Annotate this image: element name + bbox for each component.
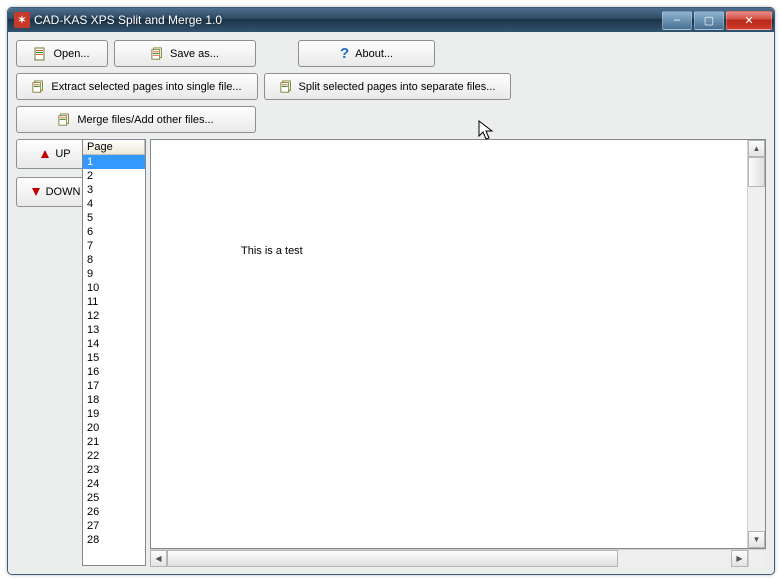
title-bar[interactable]: ✶ CAD-KAS XPS Split and Merge 1.0 – ▢ ✕ [8,8,774,32]
page-list-item[interactable]: 7 [83,239,145,253]
vertical-scrollbar[interactable]: ▲ ▼ [747,140,765,548]
page-list-item[interactable]: 13 [83,323,145,337]
page-list-item[interactable]: 17 [83,379,145,393]
close-button[interactable]: ✕ [726,11,772,30]
open-label: Open... [53,48,89,60]
page-list-item[interactable]: 3 [83,183,145,197]
page-list-item[interactable]: 23 [83,463,145,477]
app-icon: ✶ [14,12,30,28]
scroll-down-button[interactable]: ▼ [748,531,765,548]
page-list-item[interactable]: 2 [83,169,145,183]
extract-pages-button[interactable]: Extract selected pages into single file.… [16,73,258,100]
toolbar-row-1: Open... Save as... ? About... [16,40,766,67]
scroll-right-button[interactable]: ▶ [731,550,748,567]
preview-canvas[interactable]: This is a test [151,140,747,548]
scroll-thumb-v[interactable] [748,157,765,187]
scroll-thumb-h[interactable] [167,550,618,567]
page-list-item[interactable]: 11 [83,295,145,309]
app-window: ✶ CAD-KAS XPS Split and Merge 1.0 – ▢ ✕ … [7,7,775,575]
scroll-up-button[interactable]: ▲ [748,140,765,157]
page-list-item[interactable]: 6 [83,225,145,239]
preview-pane: This is a test ▲ ▼ [150,139,766,549]
scroll-track-h[interactable] [167,550,731,567]
page-list-item[interactable]: 19 [83,407,145,421]
page-list-item[interactable]: 16 [83,365,145,379]
open-button[interactable]: Open... [16,40,108,67]
minimize-button[interactable]: – [662,11,692,30]
content-area: UP DOWN Page 123456789101112131415161718… [16,139,766,566]
page-list-item[interactable]: 22 [83,449,145,463]
page-list-item[interactable]: 25 [83,491,145,505]
page-list-item[interactable]: 28 [83,533,145,547]
scroll-corner [748,549,766,567]
up-label: UP [55,148,70,160]
doc-multi-icon [58,113,71,127]
scroll-left-button[interactable]: ◀ [150,550,167,567]
question-icon: ? [340,45,349,62]
preview-body-text: This is a test [241,245,303,257]
page-list-item[interactable]: 14 [83,337,145,351]
arrow-down-icon [32,188,40,196]
merge-label: Merge files/Add other files... [77,114,213,126]
window-buttons: – ▢ ✕ [662,11,772,30]
page-list-item[interactable]: 21 [83,435,145,449]
page-list-header[interactable]: Page [83,140,145,155]
page-list-item[interactable]: 27 [83,519,145,533]
doc-multi-icon [280,80,293,94]
arrow-up-icon [41,150,49,158]
extract-label: Extract selected pages into single file.… [51,81,241,93]
page-list-item[interactable]: 24 [83,477,145,491]
doc-multi-icon [151,47,164,61]
toolbar-row-3: Merge files/Add other files... [16,106,766,133]
maximize-button[interactable]: ▢ [694,11,724,30]
page-list-item[interactable]: 26 [83,505,145,519]
page-list-item[interactable]: 9 [83,267,145,281]
page-list-item[interactable]: 18 [83,393,145,407]
down-label: DOWN [46,186,81,198]
page-list-item[interactable]: 1 [83,155,145,169]
page-list-item[interactable]: 15 [83,351,145,365]
doc-icon [34,47,47,61]
page-list-item[interactable]: 12 [83,309,145,323]
window-title: CAD-KAS XPS Split and Merge 1.0 [34,13,662,27]
page-list-item[interactable]: 4 [83,197,145,211]
save-as-button[interactable]: Save as... [114,40,256,67]
horizontal-scrollbar[interactable]: ◀ ▶ [150,549,748,567]
page-list-item[interactable]: 8 [83,253,145,267]
doc-multi-icon [32,80,45,94]
toolbar-row-2: Extract selected pages into single file.… [16,73,766,100]
about-button[interactable]: ? About... [298,40,435,67]
about-label: About... [355,48,393,60]
client-area: Open... Save as... ? About... Extract se… [8,32,774,574]
reorder-column: UP DOWN [16,139,78,566]
save-label: Save as... [170,48,219,60]
split-label: Split selected pages into separate files… [299,81,496,93]
merge-files-button[interactable]: Merge files/Add other files... [16,106,256,133]
page-list-item[interactable]: 10 [83,281,145,295]
page-list-items[interactable]: 1234567891011121314151617181920212223242… [83,155,145,565]
page-list[interactable]: Page 12345678910111213141516171819202122… [82,139,146,566]
page-list-item[interactable]: 5 [83,211,145,225]
split-pages-button[interactable]: Split selected pages into separate files… [264,73,511,100]
scroll-track-v[interactable] [748,187,765,531]
page-list-item[interactable]: 20 [83,421,145,435]
